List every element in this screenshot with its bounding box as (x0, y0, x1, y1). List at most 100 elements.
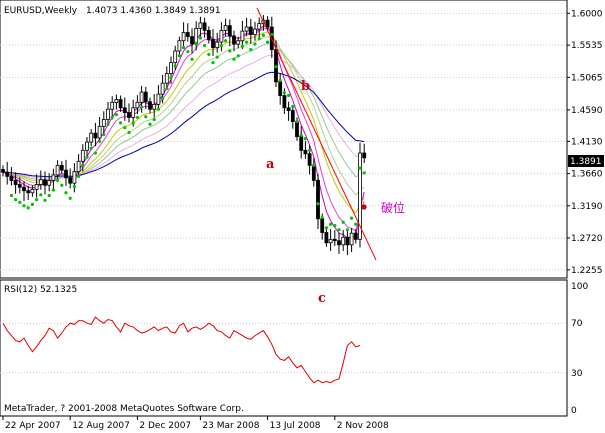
sar-dot (18, 200, 22, 204)
candle-body (152, 104, 157, 110)
rsi-tick-label: 0 (571, 406, 577, 416)
candle-body (127, 112, 131, 118)
candle-body (156, 93, 161, 105)
sar-dot (282, 91, 286, 95)
sar-dot (35, 198, 39, 202)
candle-body (34, 184, 39, 190)
sar-dot (156, 107, 160, 111)
candle-body (341, 236, 346, 246)
sar-dot (215, 55, 219, 59)
sar-dot (81, 163, 85, 167)
candle-body (194, 27, 199, 45)
candle-body (51, 174, 56, 181)
candle-body (135, 101, 140, 109)
wave-label-b: b (301, 79, 310, 94)
candle-body (362, 152, 367, 159)
sar-dot (127, 130, 131, 135)
sar-dot (308, 148, 312, 152)
candle-body (85, 141, 89, 151)
sar-dot (135, 115, 139, 120)
sar-dot (236, 54, 240, 58)
candle-body (101, 119, 106, 127)
sar-dot (165, 87, 169, 91)
sar-dot (303, 137, 307, 141)
time-tick-label: 12 Aug 2007 (72, 421, 130, 431)
candle-body (160, 82, 165, 95)
candle-body (177, 40, 182, 52)
candle-body (164, 73, 169, 84)
candle-body (244, 26, 249, 32)
sar-dot (173, 64, 177, 68)
sar-dot (144, 115, 148, 119)
sar-dot (203, 43, 207, 48)
candle-body (22, 186, 26, 192)
candle-body (303, 149, 308, 155)
sar-dot (291, 104, 295, 109)
time-tick-label: 23 Mar 2008 (202, 421, 259, 431)
sar-dot (194, 41, 198, 46)
breakout-label: 破位 (381, 200, 405, 215)
sar-dot (299, 133, 303, 137)
sar-dot (148, 122, 152, 126)
candle-body (143, 91, 148, 103)
candle-body (97, 125, 102, 139)
candle-body (131, 107, 136, 118)
candle-body (26, 190, 31, 194)
current-price-label: 1.3891 (570, 157, 602, 167)
sar-dot (98, 139, 102, 143)
candle-body (17, 184, 22, 188)
candle-body (1, 169, 5, 173)
wave-label-a: a (266, 157, 275, 172)
time-tick-label: 13 Jul 2008 (270, 421, 321, 431)
candle-body (89, 132, 94, 143)
candle-body (206, 30, 211, 40)
sar-dot (106, 122, 110, 126)
candle-body (118, 99, 123, 109)
sar-dot (312, 163, 316, 167)
candle-body (185, 32, 190, 38)
sar-dot (64, 191, 68, 195)
sar-dot (39, 193, 43, 197)
candle-body (93, 132, 98, 139)
sar-dot (30, 202, 34, 207)
breakout-marker (361, 204, 367, 210)
sar-dot (270, 32, 274, 37)
candle-body (122, 107, 127, 114)
sar-dot (345, 228, 349, 232)
candle-body (324, 232, 329, 244)
sar-dot (266, 40, 270, 44)
sar-dot (85, 155, 89, 159)
rsi-tick-label: 30 (571, 369, 583, 379)
candle-body (240, 30, 245, 42)
sar-dot (56, 178, 60, 183)
sar-dot (161, 96, 165, 100)
candle-body (328, 238, 333, 244)
candle-body (282, 95, 287, 109)
candle-body (43, 179, 47, 186)
price-tick-label: 1.2255 (571, 266, 603, 276)
rsi-tick-label: 70 (571, 319, 583, 329)
candle-body (353, 232, 358, 240)
sar-dot (119, 121, 123, 125)
ohlc-header: 1.4073 1.4360 1.3849 1.3891 (86, 6, 221, 16)
sar-dot (350, 216, 354, 220)
chart-window[interactable]: EURUSD,Weekly 1.4073 1.4360 1.3849 1.389… (0, 0, 605, 433)
candle-body (253, 28, 257, 35)
sar-dot (14, 198, 18, 202)
price-axis: 1.6000 1.5535 1.5065 1.4590 1.4130 1.3660 1.31… (567, 9, 603, 276)
candle-body (223, 25, 228, 31)
sar-dot (320, 215, 324, 220)
candle-body (80, 149, 85, 162)
candle-body (278, 81, 283, 96)
sar-dot (207, 52, 211, 57)
candle-body (286, 107, 291, 111)
sar-dot (337, 228, 341, 232)
sar-dot (224, 39, 228, 43)
price-tick-label: 1.3190 (571, 202, 603, 212)
candle-body (320, 218, 325, 233)
candle-body (55, 164, 60, 176)
copyright-footer: MetaTrader, ? 2001-2008 MetaQuotes Softw… (4, 404, 244, 414)
sar-dot (60, 183, 64, 187)
candle-body (76, 160, 81, 172)
candle-body (47, 180, 52, 186)
